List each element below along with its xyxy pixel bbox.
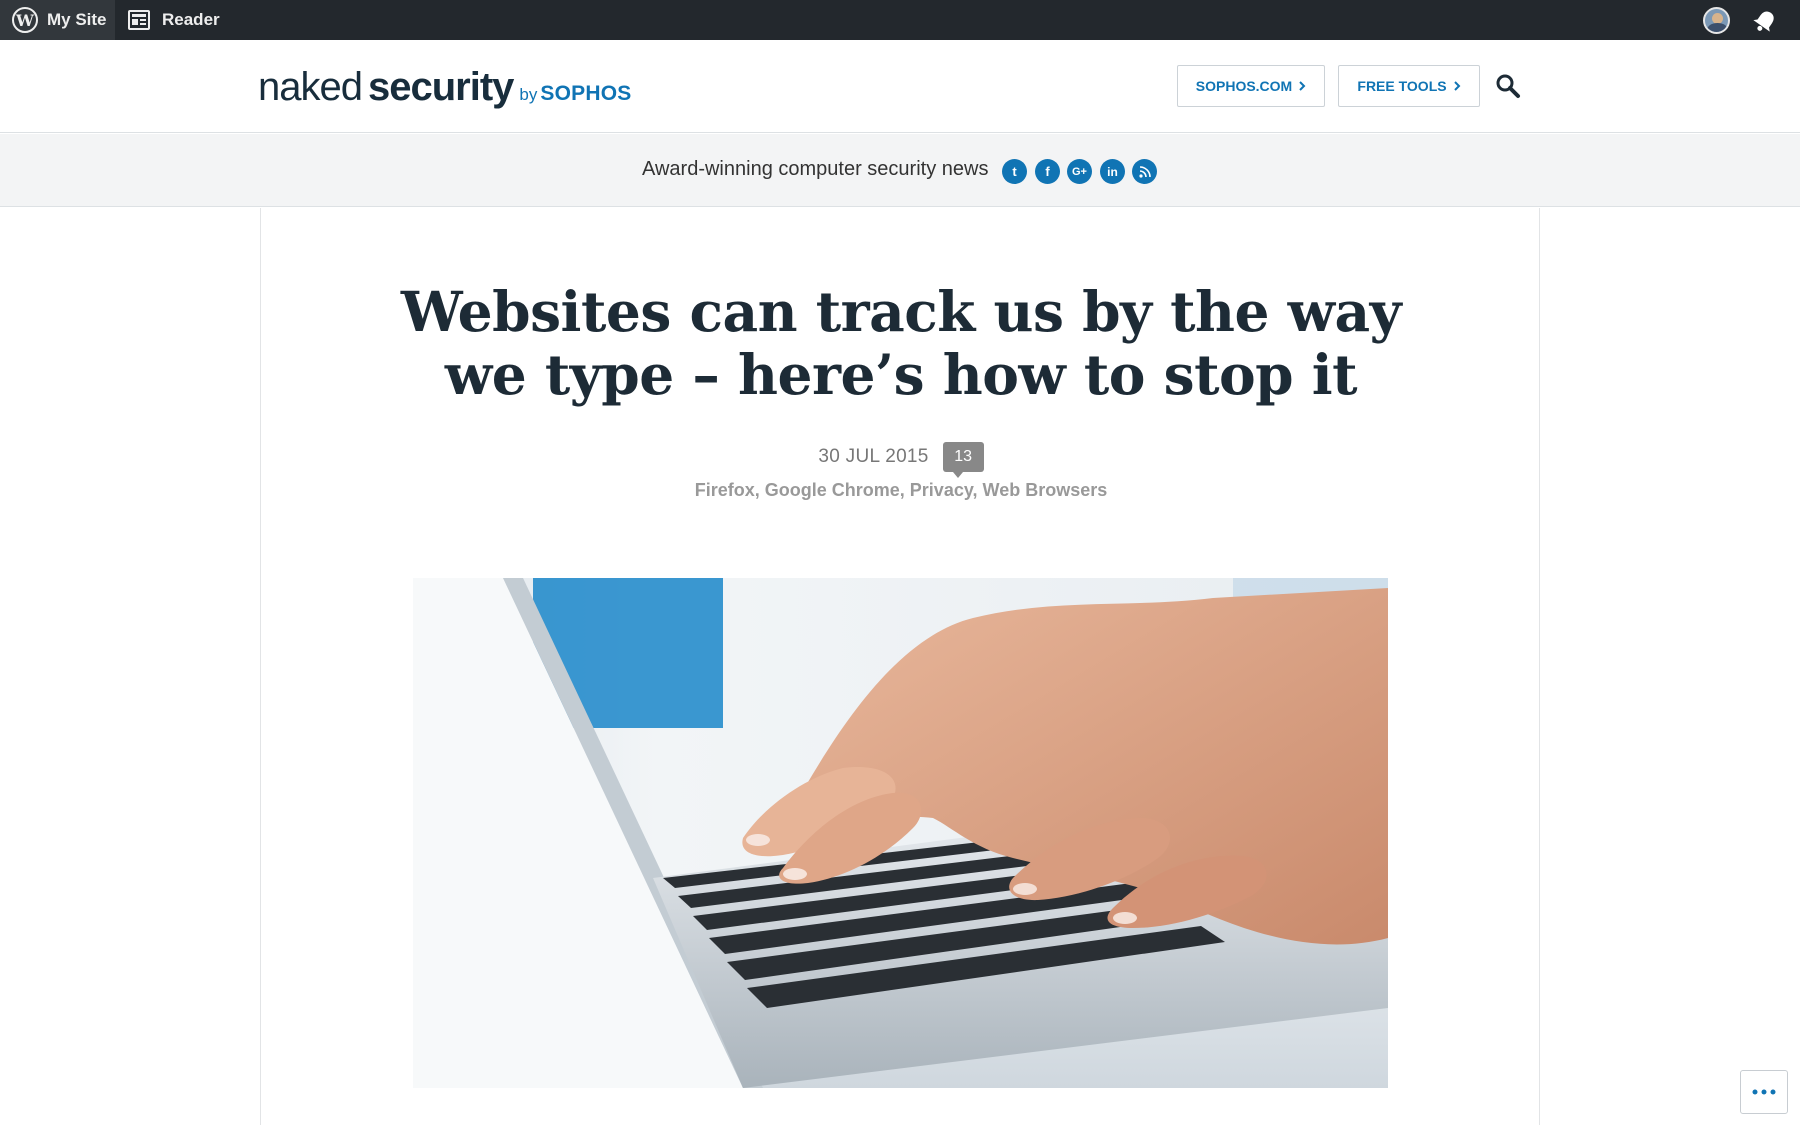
chevron-right-icon <box>1453 81 1461 91</box>
facebook-icon[interactable]: f <box>1035 159 1060 184</box>
naked-security-logo[interactable]: naked security by SOPHOS <box>258 65 631 110</box>
twitter-icon[interactable]: t <box>1002 159 1027 184</box>
site-header: naked security by SOPHOS SOPHOS.COM FREE TO… <box>0 40 1800 133</box>
category-link[interactable]: Firefox <box>695 480 755 500</box>
search-icon[interactable] <box>1495 73 1521 99</box>
reader-button[interactable]: Reader <box>128 0 220 40</box>
hero-image <box>413 578 1388 1088</box>
separator: , <box>899 480 910 500</box>
comment-count-badge[interactable]: 13 <box>942 442 984 478</box>
article-categories: Firefox, Google Chrome, Privacy, Web Bro… <box>261 480 1541 501</box>
google-plus-icon[interactable]: G+ <box>1067 159 1092 184</box>
my-site-label: My Site <box>47 10 107 29</box>
chevron-right-icon <box>1299 81 1306 91</box>
linkedin-icon[interactable]: in <box>1100 159 1125 184</box>
tagline-bar: Award-winning computer security news t f… <box>0 134 1800 207</box>
ellipsis-icon <box>1752 1089 1776 1095</box>
hands-typing-laptop-illustration <box>413 578 1388 1088</box>
logo-sophos: SOPHOS <box>540 82 632 105</box>
logo-naked: naked <box>258 65 363 109</box>
reader-label: Reader <box>162 10 220 29</box>
notifications-bell-icon[interactable] <box>1752 8 1778 34</box>
wordpress-logo-icon: W <box>12 7 38 33</box>
free-tools-label: FREE TOOLS <box>1357 78 1447 94</box>
rss-glyph <box>1138 165 1151 178</box>
category-link[interactable]: Privacy <box>910 480 973 500</box>
free-tools-button[interactable]: FREE TOOLS <box>1338 65 1480 107</box>
separator: , <box>754 480 765 500</box>
category-link[interactable]: Web Browsers <box>983 480 1108 500</box>
site-tagline: Award-winning computer security news <box>642 158 989 180</box>
my-site-button[interactable]: W My Site <box>0 0 115 40</box>
category-link[interactable]: Google Chrome <box>765 480 900 500</box>
separator: , <box>972 480 983 500</box>
reader-icon <box>128 10 150 30</box>
rss-icon[interactable] <box>1132 159 1157 184</box>
avatar[interactable] <box>1703 7 1730 34</box>
logo-security: security <box>367 65 514 109</box>
article-date: 30 JUL 2015 <box>818 446 929 467</box>
article-meta: 30 JUL 2015 13 <box>261 442 1541 478</box>
admin-bar: W My Site Reader <box>0 0 1800 40</box>
sophos-com-button[interactable]: SOPHOS.COM <box>1177 65 1325 107</box>
logo-by: by <box>519 85 538 104</box>
avatar-shoulders <box>1707 23 1728 32</box>
article-title: Websites can track us by the way we type… <box>400 279 1402 407</box>
article-column: Websites can track us by the way we type… <box>260 208 1540 1125</box>
more-actions-button[interactable] <box>1740 1070 1788 1114</box>
sophos-com-label: SOPHOS.COM <box>1195 78 1293 94</box>
svg-text:W: W <box>15 11 35 30</box>
